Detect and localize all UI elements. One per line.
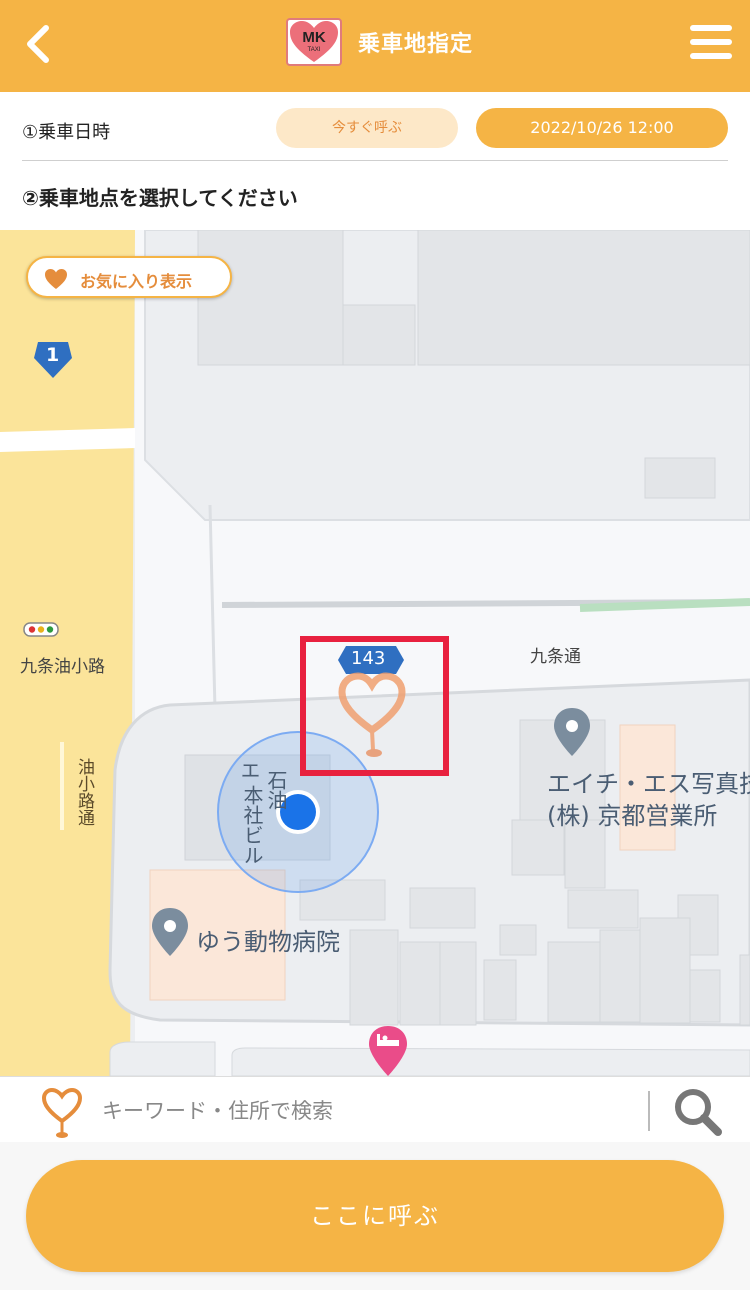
chevron-left-icon — [27, 25, 49, 63]
hamburger-line — [690, 53, 732, 59]
favorites-toggle-label: お気に入り表示 — [80, 272, 193, 291]
search-button[interactable] — [670, 1085, 726, 1139]
page-title: 乗車地指定 — [358, 32, 474, 57]
search-input[interactable] — [100, 1085, 644, 1137]
svg-text:MK: MK — [302, 29, 325, 46]
poi-label-photo-studio-branch[interactable]: (株) 京都営業所 — [547, 796, 717, 831]
poi-label-vet-clinic[interactable]: ゆう動物病院 — [196, 922, 340, 957]
svg-text:TAXI: TAXI — [308, 47, 321, 53]
favorites-toggle-button[interactable]: お気に入り表示 — [26, 256, 232, 298]
search-bar — [0, 1076, 750, 1144]
building-label-line: エ — [237, 760, 261, 780]
datetime-button[interactable]: 2022/10/26 12:00 — [476, 108, 728, 148]
poi-label-photo-studio[interactable]: エイチ・エス写真技 — [547, 764, 750, 799]
call-here-button[interactable]: ここに呼ぶ — [26, 1160, 724, 1272]
magnifier-icon — [675, 1089, 722, 1136]
app-header: MK TAXI 乗車地指定 — [0, 0, 750, 92]
traffic-light-icon — [23, 622, 59, 637]
datetime-label: ①乗車日時 — [22, 122, 111, 143]
building-label-line: 本社ビル — [240, 785, 264, 865]
heart-icon — [45, 269, 67, 289]
street-label-kujo: 九条通 — [530, 647, 581, 667]
map-view[interactable]: 1 143 九条油小路 油小路通 九条通 エ 石油 本社ビル エイチ・エス写真技… — [0, 230, 750, 1076]
search-divider — [648, 1091, 650, 1131]
mk-taxi-logo: MK TAXI — [286, 18, 342, 66]
street-label-kujo-aburakoji: 九条油小路 — [20, 657, 105, 677]
route-1-label: 1 — [46, 344, 60, 366]
ride-settings-panel: ①乗車日時 今すぐ呼ぶ 2022/10/26 12:00 ②乗車地点を選択してく… — [0, 92, 750, 230]
menu-button[interactable] — [688, 22, 734, 62]
hamburger-menu-icon — [690, 25, 732, 31]
building-label-line: 石油 — [264, 770, 288, 810]
location-instruction: ②乗車地点を選択してください — [22, 186, 298, 210]
street-label-aburakoji: 油小路通 — [74, 758, 94, 826]
route-143-label: 143 — [351, 648, 386, 669]
call-now-button[interactable]: 今すぐ呼ぶ — [276, 108, 458, 148]
building-label: エ — [236, 760, 262, 780]
heart-pin-icon — [41, 1087, 83, 1138]
divider — [22, 160, 728, 161]
building-label: 本社ビル — [238, 785, 267, 865]
back-button[interactable] — [18, 22, 62, 66]
bottom-action-area: ここに呼ぶ — [0, 1142, 750, 1290]
hamburger-line — [690, 39, 732, 45]
